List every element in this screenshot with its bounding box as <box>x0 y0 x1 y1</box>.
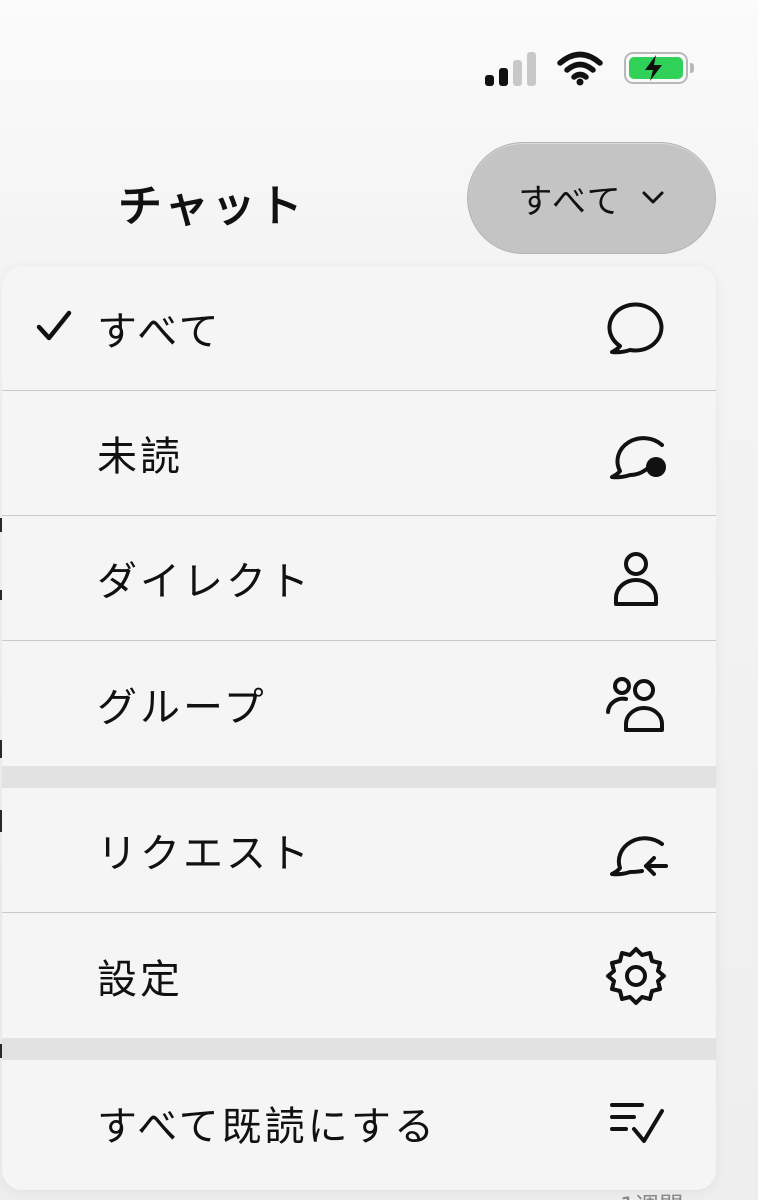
person-icon <box>604 546 668 610</box>
menu-item-group[interactable]: グループ <box>2 641 716 766</box>
menu-item-unread[interactable]: 未読 <box>2 391 716 516</box>
menu-item-all[interactable]: すべて <box>2 266 716 391</box>
menu-item-direct[interactable]: ダイレクト <box>2 516 716 641</box>
page-title: チャット <box>118 181 306 232</box>
chat-request-icon <box>604 818 668 882</box>
chat-bubble-icon <box>604 296 668 360</box>
unread-chat-icon <box>604 421 668 485</box>
battery-charging-icon <box>624 52 694 84</box>
chat-screen: チャット すべて すべて 未読 ダイレクト グループ リクエスト 設定 すべて既… <box>0 0 758 1200</box>
cellular-signal-icon <box>485 50 536 86</box>
group-icon <box>604 672 668 736</box>
menu-item-label: リクエスト <box>97 831 312 877</box>
checkmark-icon <box>36 310 72 341</box>
filter-button-label: すべて <box>518 181 623 222</box>
background-timestamp: 1週間 <box>620 1186 683 1200</box>
gear-icon <box>604 944 668 1008</box>
menu-item-requests[interactable]: リクエスト <box>2 788 716 913</box>
bolt-icon <box>645 55 662 81</box>
menu-item-label: グループ <box>97 684 267 731</box>
status-bar <box>485 50 694 86</box>
menu-item-label: 未読 <box>97 434 183 480</box>
menu-section-separator <box>2 1038 716 1060</box>
menu-item-settings[interactable]: 設定 <box>2 913 716 1038</box>
menu-item-label: ダイレクト <box>97 559 312 605</box>
filter-menu: すべて 未読 ダイレクト グループ リクエスト 設定 すべて既読にする <box>2 266 716 1190</box>
filter-dropdown-button[interactable]: すべて <box>467 142 716 254</box>
menu-item-label: すべて <box>97 309 222 355</box>
menu-item-mark-all-read[interactable]: すべて既読にする <box>2 1060 716 1185</box>
menu-section-separator <box>2 766 716 788</box>
wifi-icon <box>557 51 603 86</box>
menu-item-label: 設定 <box>97 956 183 1003</box>
chevron-down-icon <box>642 191 664 204</box>
mark-all-read-icon <box>604 1091 668 1155</box>
menu-item-label: すべて既読にする <box>97 1103 437 1150</box>
